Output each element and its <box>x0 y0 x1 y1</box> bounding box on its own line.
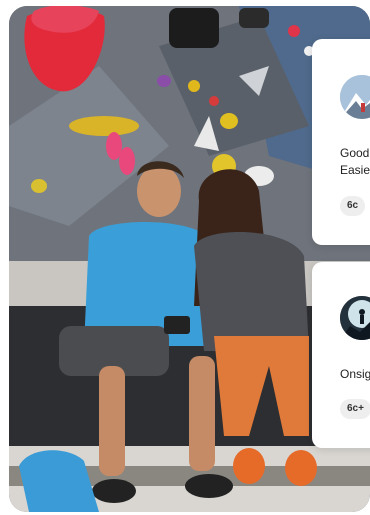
app-screen: Good Easie 6c Onsig 6c+ <box>0 0 370 515</box>
climber-silhouette-avatar-icon <box>340 296 370 340</box>
grade-badge: 6c <box>340 196 366 216</box>
route-title: Good Easie <box>340 146 370 177</box>
grade-badge: 6c+ <box>340 399 370 419</box>
route-card[interactable]: Good Easie 6c <box>312 39 370 245</box>
route-title: Onsig <box>340 367 370 381</box>
mountain-avatar-icon <box>340 75 370 119</box>
route-card[interactable]: Onsig 6c+ <box>312 262 370 448</box>
